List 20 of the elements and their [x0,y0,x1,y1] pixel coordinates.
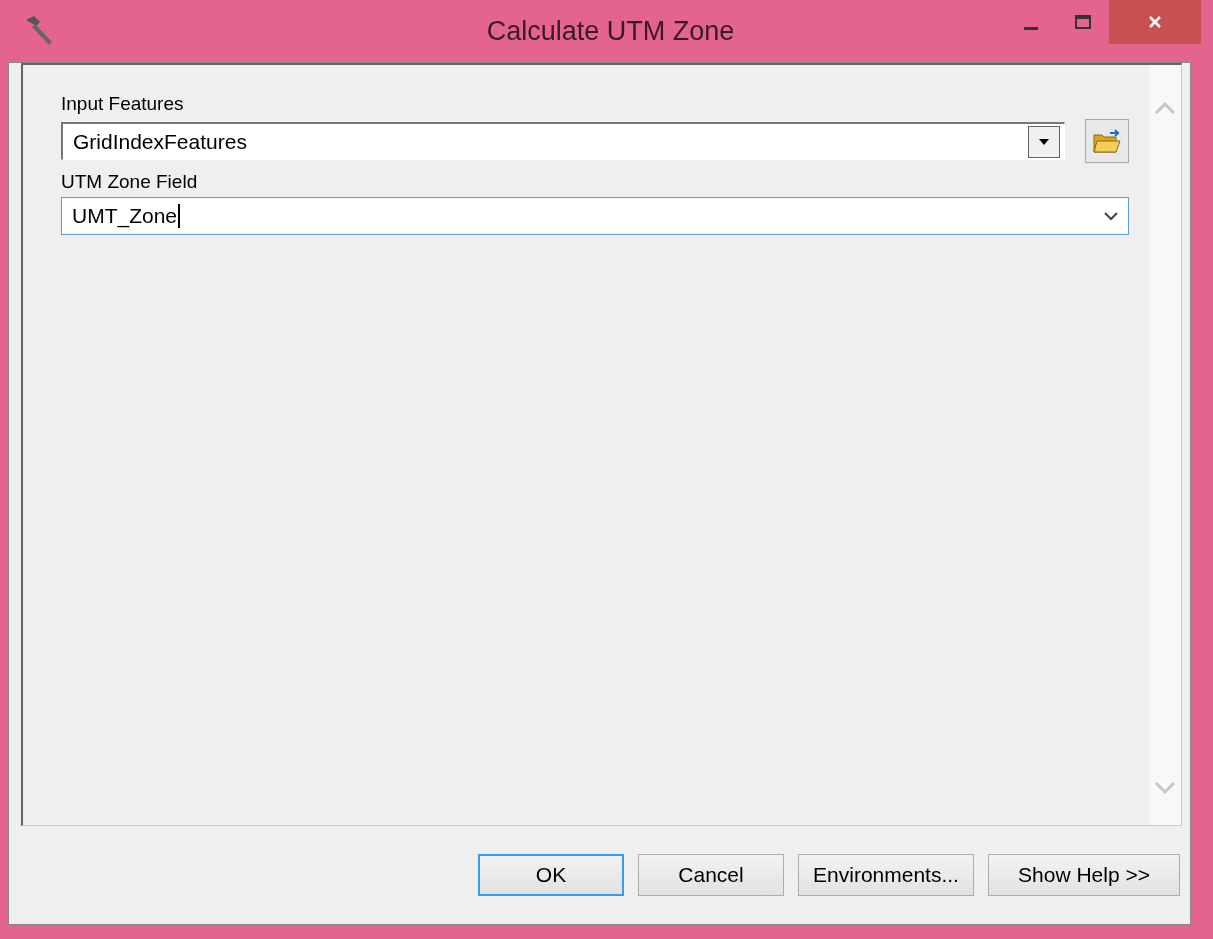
close-button[interactable] [1109,0,1201,44]
maximize-icon [1074,14,1092,30]
dialog-button[interactable]: Show Help >> [988,854,1180,896]
dropdown-arrow-icon [1038,137,1050,146]
chevron-down-icon [1104,211,1118,221]
scroll-down-icon[interactable] [1154,781,1176,795]
parameter-label: Input Features [61,93,185,115]
dialog-button[interactable]: Environments... [798,854,974,896]
scroll-up-icon[interactable] [1154,101,1176,115]
parameter-label: UTM Zone Field [61,171,199,193]
dialog-button[interactable]: OK [478,854,624,896]
input-field[interactable]: GridIndexFeatures [61,122,1065,160]
input-field[interactable]: UMT_Zone [61,197,1129,235]
close-icon [1147,14,1163,30]
scrollbar[interactable] [1149,65,1181,825]
dialog-button[interactable]: Cancel [638,854,784,896]
minimize-icon [1024,26,1038,30]
window-title: Calculate UTM Zone [486,15,735,47]
browse-button[interactable] [1085,119,1129,163]
folder-icon [1092,127,1122,155]
